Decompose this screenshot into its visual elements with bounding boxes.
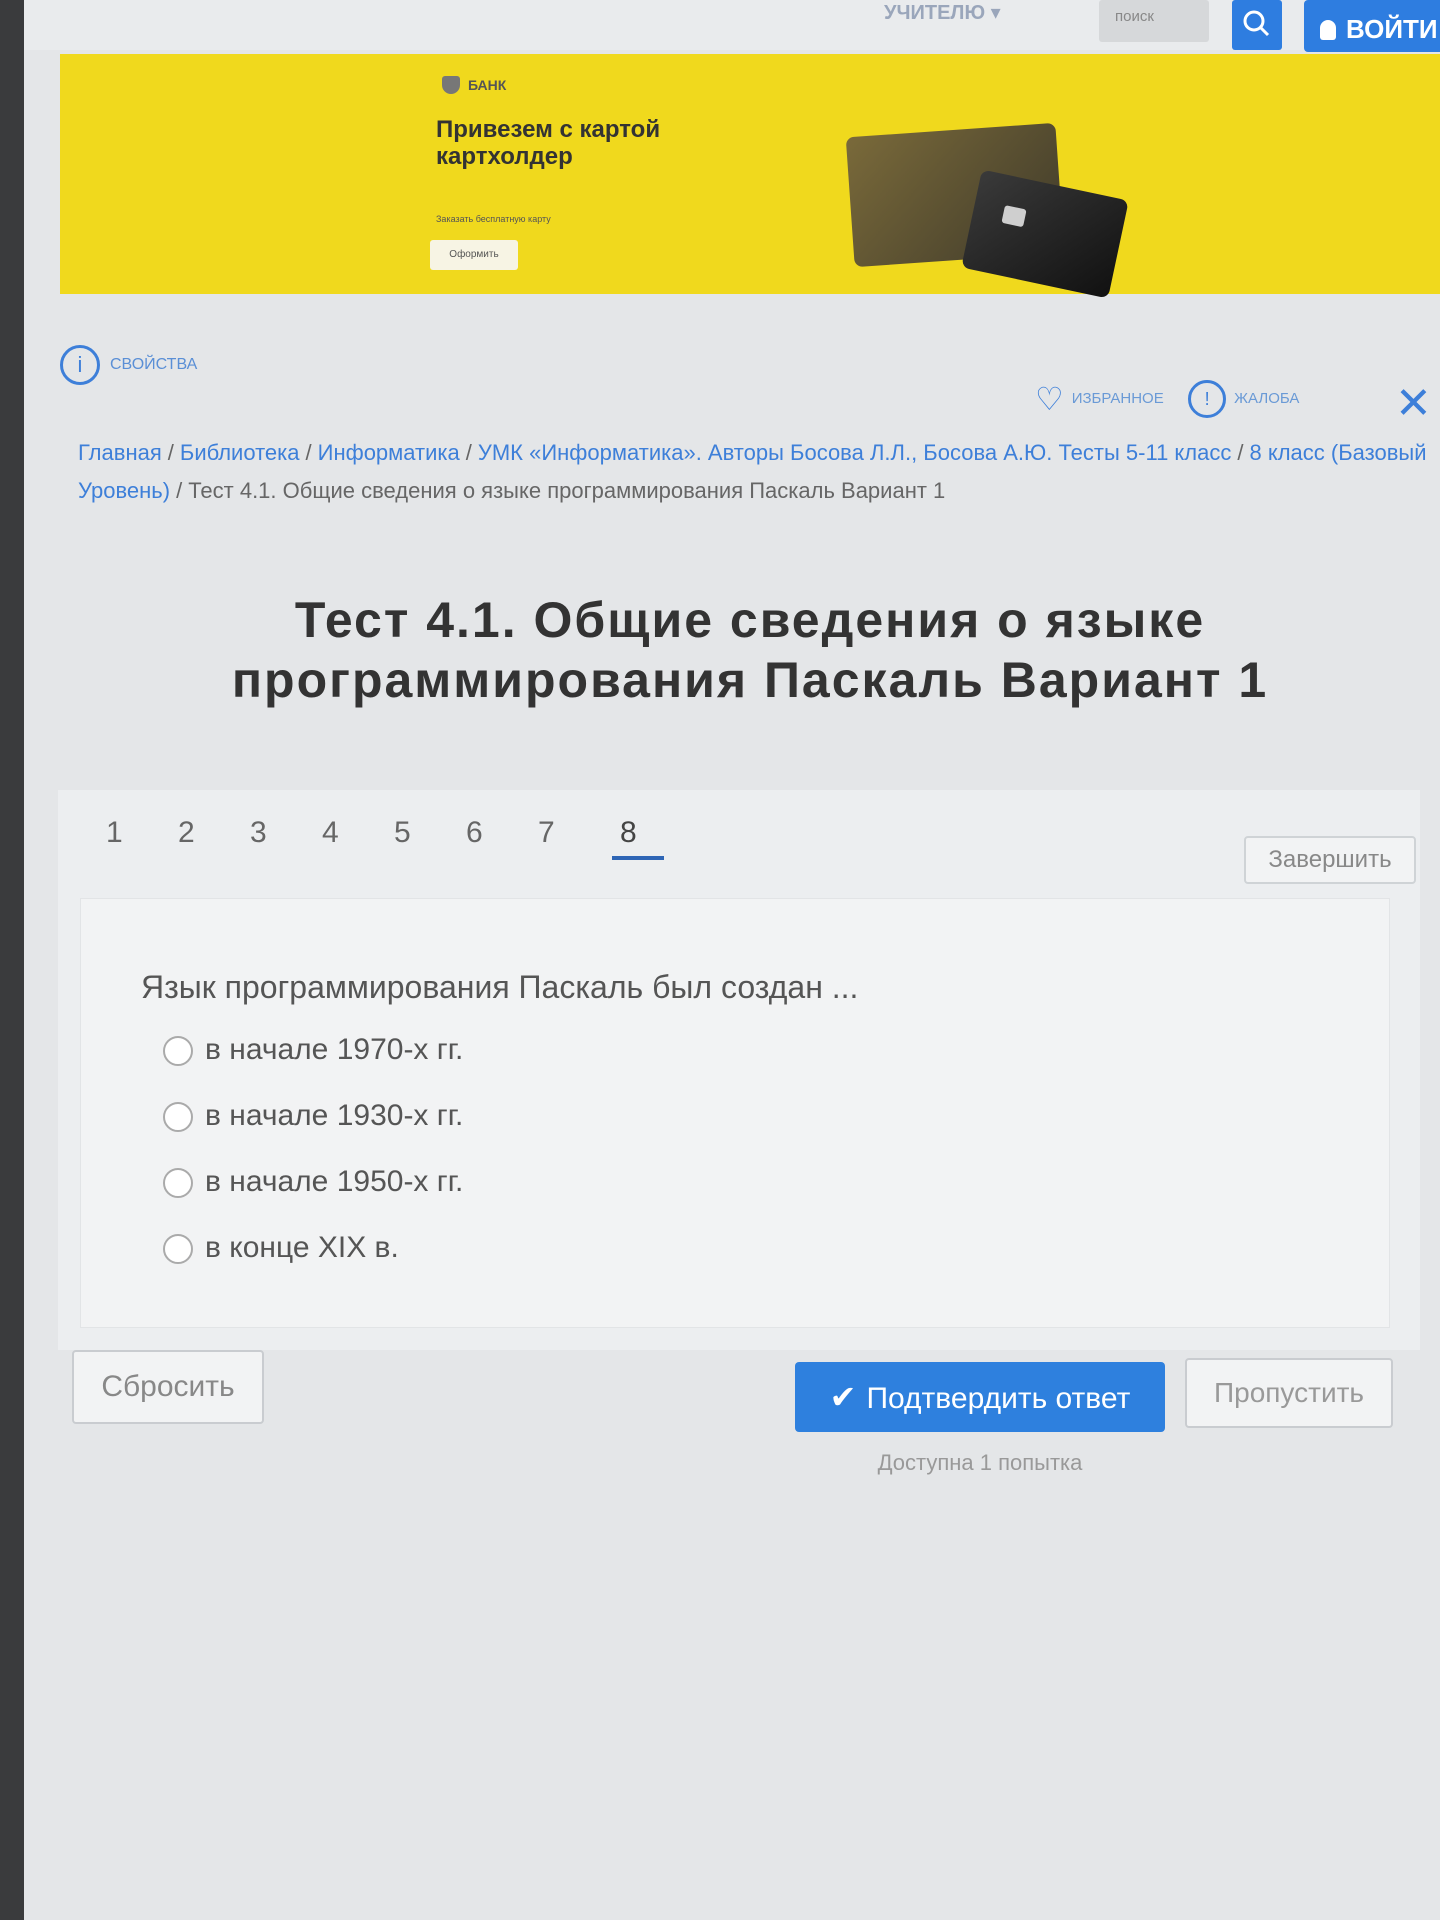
search-input[interactable]: поиск — [1099, 0, 1209, 42]
reset-button[interactable]: Сбросить — [72, 1350, 264, 1424]
attempts-info: Доступна 1 попытка — [877, 1450, 1083, 1475]
finish-button[interactable]: Завершить — [1244, 836, 1416, 884]
radio-button[interactable] — [163, 1036, 193, 1067]
breadcrumb-home[interactable]: Главная — [78, 440, 162, 465]
radio-button[interactable] — [163, 1102, 193, 1133]
banner-subtext: Заказать бесплатную карту — [436, 214, 551, 224]
alert-icon: ! — [1188, 380, 1227, 418]
question-tab-1[interactable]: 1 — [98, 816, 170, 850]
card-image-black — [961, 169, 1129, 299]
question-text: Язык программирования Паскаль был создан… — [141, 969, 859, 1005]
close-icon[interactable]: ✕ — [1395, 382, 1432, 426]
search-icon — [1243, 10, 1270, 37]
ad-banner[interactable]: БАНК Привезем с картой картхолдер Заказа… — [60, 54, 1440, 299]
radio-button[interactable] — [163, 1234, 193, 1265]
page-title: Тест 4.1. Общие сведения о языке програм… — [231, 592, 1269, 708]
info-icon: i — [60, 345, 100, 385]
option-label: в начале 1970-х гг. — [205, 1033, 464, 1066]
question-tab-5[interactable]: 5 — [386, 816, 458, 850]
favorites-label: ИЗБРАННОЕ — [1071, 389, 1164, 407]
card-chip — [1001, 205, 1027, 228]
test-panel: 12345678 Завершить Язык программирования… — [58, 790, 1420, 1350]
device-bezel — [0, 0, 24, 1920]
breadcrumb-current: Тест 4.1. Общие сведения о языке програм… — [188, 478, 946, 503]
login-label: ВОЙТИ — [1346, 14, 1438, 44]
answer-option[interactable]: в начале 1930-х гг. — [163, 1099, 463, 1133]
banner-headline: Привезем с картой картхолдер — [436, 116, 661, 170]
properties-label: СВОЙСТВА — [110, 356, 198, 373]
question-card: Язык программирования Паскаль был создан… — [80, 898, 1390, 1328]
question-tab-3[interactable]: 3 — [242, 816, 314, 850]
option-label: в конце XIX в. — [205, 1231, 399, 1264]
radio-button[interactable] — [163, 1168, 193, 1199]
favorites-button[interactable]: ♡ ИЗБРАННОЕ — [1035, 380, 1164, 418]
complaint-button[interactable]: ! ЖАЛОБА — [1188, 380, 1299, 418]
login-button[interactable]: ВОЙТИ — [1304, 0, 1440, 52]
option-label: в начале 1950-х гг. — [205, 1165, 464, 1198]
breadcrumb-library[interactable]: Библиотека — [180, 440, 300, 465]
question-tab-4[interactable]: 4 — [314, 816, 386, 850]
skip-button[interactable]: Пропустить — [1185, 1358, 1393, 1428]
heart-icon: ♡ — [1035, 381, 1064, 417]
question-tab-6[interactable]: 6 — [458, 816, 530, 850]
top-bar: УЧИТЕЛЮ ▾ поиск ВОЙТИ — [24, 0, 1440, 52]
confirm-answer-button[interactable]: ✔ Подтвердить ответ — [795, 1362, 1165, 1432]
breadcrumb-umk[interactable]: УМК «Информатика». Авторы Босова Л.Л., Б… — [478, 440, 1232, 465]
bank-brand: БАНК — [468, 77, 507, 93]
complaint-label: ЖАЛОБА — [1234, 389, 1300, 407]
question-tab-2[interactable]: 2 — [170, 816, 242, 850]
question-nav: 12345678 — [98, 816, 664, 860]
page-actions: ♡ ИЗБРАННОЕ ! ЖАЛОБА — [1035, 380, 1319, 418]
option-label: в начале 1930-х гг. — [205, 1099, 464, 1132]
question-tab-8[interactable]: 8 — [612, 816, 664, 860]
banner-button[interactable]: Оформить — [430, 240, 518, 270]
checkmark-icon: ✔ — [829, 1379, 857, 1415]
breadcrumb-subject[interactable]: Информатика — [318, 440, 460, 465]
properties-toggle[interactable]: i СВОЙСТВА — [60, 345, 197, 385]
breadcrumb: Главная / Библиотека / Информатика / УМК «Инфо… — [78, 440, 1427, 503]
question-tab-7[interactable]: 7 — [530, 816, 602, 850]
bank-logo: БАНК — [442, 76, 506, 94]
answer-option[interactable]: в начале 1970-х гг. — [163, 1033, 463, 1067]
user-icon — [1320, 20, 1336, 40]
search-button[interactable] — [1232, 0, 1282, 50]
confirm-label: Подтвердить ответ — [866, 1382, 1131, 1415]
shield-icon — [442, 76, 460, 94]
answer-option[interactable]: в начале 1950-х гг. — [163, 1165, 463, 1199]
answer-option[interactable]: в конце XIX в. — [163, 1231, 399, 1265]
nav-teacher-link[interactable]: УЧИТЕЛЮ ▾ — [884, 0, 1001, 25]
